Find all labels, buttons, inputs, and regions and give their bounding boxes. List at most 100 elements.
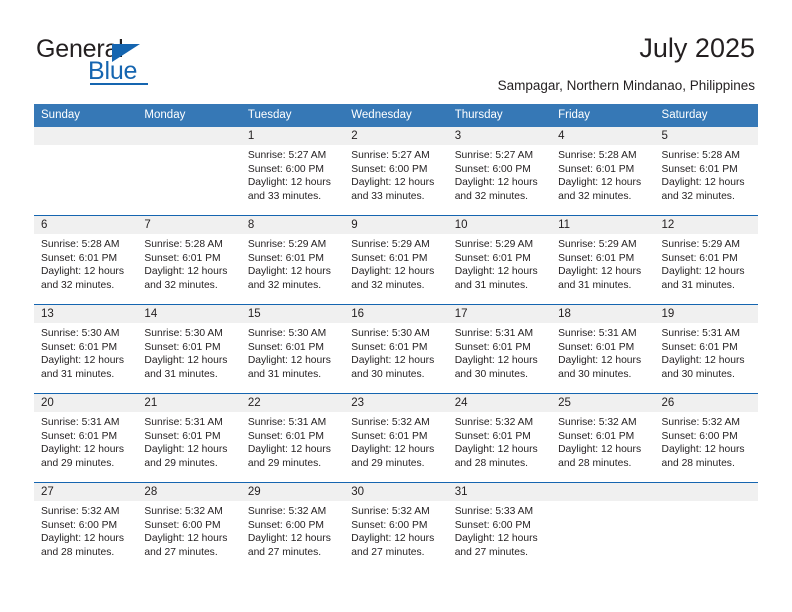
sunrise-text: Sunrise: 5:27 AM xyxy=(454,150,534,161)
sunrise-text: Sunrise: 5:32 AM xyxy=(247,506,327,517)
daylight-text: and 30 minutes. xyxy=(351,368,425,380)
day-cell-details: Sunrise: 5:27 AM Sunset: 6:00 PM Daylight:… xyxy=(344,145,447,203)
calendar-grid-container: Sunday Monday Tuesday Wednesday Thursday… xyxy=(34,104,758,571)
day-number: 8 xyxy=(240,216,345,234)
daylight-text: and 28 minutes. xyxy=(661,457,735,469)
calendar-day-cell[interactable]: 27 Sunrise: 5:32 AM Sunset: 6:00 PM Dayligh… xyxy=(34,482,138,571)
sunset-text: Sunset: 6:00 PM xyxy=(41,519,118,531)
sunset-text: Sunset: 6:00 PM xyxy=(661,430,738,442)
day-cell-inner xyxy=(34,127,138,215)
day-number: 22 xyxy=(240,394,345,412)
calendar-day-cell[interactable]: 12 Sunrise: 5:29 AM Sunset: 6:01 PM Dayligh… xyxy=(654,215,758,305)
page-title: July 2025 xyxy=(639,33,755,63)
calendar-day-cell[interactable]: 16 Sunrise: 5:30 AM Sunset: 6:01 PM Dayligh… xyxy=(344,304,448,394)
calendar-day-cell[interactable]: 18 Sunrise: 5:31 AM Sunset: 6:01 PM Dayligh… xyxy=(551,304,655,394)
daylight-text: Daylight: 12 hours xyxy=(144,355,228,367)
day-number xyxy=(137,127,241,145)
day-number: 14 xyxy=(137,305,241,323)
day-cell-inner: 26 Sunrise: 5:32 AM Sunset: 6:00 PM Dayligh… xyxy=(654,394,758,482)
day-cell-inner: 20 Sunrise: 5:31 AM Sunset: 6:01 PM Dayligh… xyxy=(34,394,138,482)
calendar-day-cell[interactable]: 2 Sunrise: 5:27 AM Sunset: 6:00 PM Daylight… xyxy=(344,127,448,216)
sunset-text: Sunset: 6:01 PM xyxy=(661,163,738,175)
sunset-text: Sunset: 6:01 PM xyxy=(454,341,531,353)
calendar-day-cell[interactable]: 30 Sunrise: 5:32 AM Sunset: 6:00 PM Dayligh… xyxy=(344,482,448,571)
sunrise-text: Sunrise: 5:29 AM xyxy=(558,239,637,250)
calendar-day-cell[interactable]: 28 Sunrise: 5:32 AM Sunset: 6:00 PM Dayligh… xyxy=(137,482,241,571)
day-number: 11 xyxy=(551,216,655,234)
daylight-text: Daylight: 12 hours xyxy=(351,533,435,545)
daylight-text: Daylight: 12 hours xyxy=(558,177,642,189)
day-cell-inner: 6 Sunrise: 5:28 AM Sunset: 6:01 PM Daylight… xyxy=(34,216,138,304)
calendar-day-cell[interactable]: 29 Sunrise: 5:32 AM Sunset: 6:00 PM Dayligh… xyxy=(240,482,345,571)
day-number: 2 xyxy=(344,127,448,145)
day-cell-inner: 17 Sunrise: 5:31 AM Sunset: 6:01 PM Dayligh… xyxy=(447,305,552,393)
calendar-day-cell[interactable]: 7 Sunrise: 5:28 AM Sunset: 6:01 PM Daylight… xyxy=(137,215,241,305)
daylight-text: and 29 minutes. xyxy=(144,457,218,469)
daylight-text: and 32 minutes. xyxy=(351,279,425,291)
daylight-text: and 31 minutes. xyxy=(41,368,115,380)
sunset-text: Sunset: 6:00 PM xyxy=(247,519,324,531)
sunset-text: Sunset: 6:00 PM xyxy=(454,163,531,175)
calendar-week-row: 1 Sunrise: 5:27 AM Sunset: 6:00 PM Daylight… xyxy=(34,127,758,216)
sunset-text: Sunset: 6:00 PM xyxy=(351,163,428,175)
daylight-text: Daylight: 12 hours xyxy=(454,355,538,367)
calendar-day-cell[interactable]: 20 Sunrise: 5:31 AM Sunset: 6:01 PM Dayligh… xyxy=(34,393,138,483)
sunset-text: Sunset: 6:01 PM xyxy=(558,341,635,353)
day-cell-inner: 19 Sunrise: 5:31 AM Sunset: 6:01 PM Dayligh… xyxy=(654,305,758,393)
sunrise-text: Sunrise: 5:30 AM xyxy=(41,328,120,339)
sunrise-text: Sunrise: 5:28 AM xyxy=(558,150,637,161)
sunset-text: Sunset: 6:01 PM xyxy=(351,430,428,442)
day-cell-inner: 13 Sunrise: 5:30 AM Sunset: 6:01 PM Dayligh… xyxy=(34,305,138,393)
calendar-day-cell[interactable]: 8 Sunrise: 5:29 AM Sunset: 6:01 PM Daylight… xyxy=(240,215,345,305)
day-cell-inner: 15 Sunrise: 5:30 AM Sunset: 6:01 PM Dayligh… xyxy=(240,305,345,393)
day-cell-inner: 2 Sunrise: 5:27 AM Sunset: 6:00 PM Daylight… xyxy=(344,127,448,215)
calendar-table: Sunday Monday Tuesday Wednesday Thursday… xyxy=(34,104,758,571)
day-number: 27 xyxy=(34,483,138,501)
daylight-text: Daylight: 12 hours xyxy=(41,444,124,456)
day-cell-details: Sunrise: 5:29 AM Sunset: 6:01 PM Daylight:… xyxy=(241,234,344,292)
calendar-day-cell[interactable]: 31 Sunrise: 5:33 AM Sunset: 6:00 PM Dayligh… xyxy=(447,482,552,571)
sunset-text: Sunset: 6:01 PM xyxy=(41,430,118,442)
calendar-day-cell[interactable]: 15 Sunrise: 5:30 AM Sunset: 6:01 PM Dayligh… xyxy=(240,304,345,394)
calendar-day-cell[interactable]: 9 Sunrise: 5:29 AM Sunset: 6:01 PM Daylight… xyxy=(344,215,448,305)
sunrise-text: Sunrise: 5:30 AM xyxy=(351,328,430,339)
calendar-day-cell[interactable]: 5 Sunrise: 5:28 AM Sunset: 6:01 PM Daylight… xyxy=(654,127,758,216)
calendar-day-cell[interactable]: 21 Sunrise: 5:31 AM Sunset: 6:01 PM Dayligh… xyxy=(137,393,241,483)
calendar-page: General Blue July 2025 Sampagar, Norther… xyxy=(0,0,792,612)
calendar-day-cell[interactable]: 19 Sunrise: 5:31 AM Sunset: 6:01 PM Dayligh… xyxy=(654,304,758,394)
calendar-day-cell[interactable]: 25 Sunrise: 5:32 AM Sunset: 6:01 PM Dayligh… xyxy=(551,393,655,483)
sunrise-text: Sunrise: 5:31 AM xyxy=(661,328,740,339)
calendar-day-cell[interactable]: 6 Sunrise: 5:28 AM Sunset: 6:01 PM Daylight… xyxy=(34,215,138,305)
calendar-day-cell[interactable]: 17 Sunrise: 5:31 AM Sunset: 6:01 PM Dayligh… xyxy=(447,304,552,394)
day-cell-inner: 27 Sunrise: 5:32 AM Sunset: 6:00 PM Dayligh… xyxy=(34,483,138,571)
daylight-text: and 31 minutes. xyxy=(558,279,632,291)
weekday-header-saturday: Saturday xyxy=(654,104,758,127)
day-cell-inner: 14 Sunrise: 5:30 AM Sunset: 6:01 PM Dayligh… xyxy=(137,305,241,393)
daylight-text: and 27 minutes. xyxy=(144,546,218,558)
day-cell-inner: 25 Sunrise: 5:32 AM Sunset: 6:01 PM Dayligh… xyxy=(551,394,655,482)
calendar-day-cell[interactable]: 22 Sunrise: 5:31 AM Sunset: 6:01 PM Dayligh… xyxy=(240,393,345,483)
day-number: 28 xyxy=(137,483,241,501)
calendar-day-cell[interactable]: 26 Sunrise: 5:32 AM Sunset: 6:00 PM Dayligh… xyxy=(654,393,758,483)
calendar-day-cell[interactable]: 4 Sunrise: 5:28 AM Sunset: 6:01 PM Daylight… xyxy=(551,127,655,216)
day-number: 1 xyxy=(240,127,345,145)
calendar-day-cell[interactable]: 24 Sunrise: 5:32 AM Sunset: 6:01 PM Dayligh… xyxy=(447,393,552,483)
calendar-day-cell[interactable]: 11 Sunrise: 5:29 AM Sunset: 6:01 PM Dayligh… xyxy=(551,215,655,305)
calendar-week-row: 27 Sunrise: 5:32 AM Sunset: 6:00 PM Dayligh… xyxy=(34,482,758,571)
calendar-day-cell[interactable]: 14 Sunrise: 5:30 AM Sunset: 6:01 PM Dayligh… xyxy=(137,304,241,394)
calendar-day-cell[interactable]: 10 Sunrise: 5:29 AM Sunset: 6:01 PM Dayligh… xyxy=(447,215,552,305)
day-cell-details: Sunrise: 5:30 AM Sunset: 6:01 PM Daylight:… xyxy=(241,323,344,381)
daylight-text: Daylight: 12 hours xyxy=(454,177,538,189)
calendar-day-cell[interactable]: 23 Sunrise: 5:32 AM Sunset: 6:01 PM Dayligh… xyxy=(344,393,448,483)
calendar-day-cell[interactable]: 13 Sunrise: 5:30 AM Sunset: 6:01 PM Dayligh… xyxy=(34,304,138,394)
day-cell-inner: 18 Sunrise: 5:31 AM Sunset: 6:01 PM Dayligh… xyxy=(551,305,655,393)
calendar-day-cell[interactable]: 1 Sunrise: 5:27 AM Sunset: 6:00 PM Daylight… xyxy=(240,127,345,216)
daylight-text: and 28 minutes. xyxy=(558,457,632,469)
sunset-text: Sunset: 6:01 PM xyxy=(351,341,428,353)
daylight-text: and 30 minutes. xyxy=(558,368,632,380)
sunrise-text: Sunrise: 5:27 AM xyxy=(247,150,327,161)
calendar-day-cell[interactable]: 3 Sunrise: 5:27 AM Sunset: 6:00 PM Daylight… xyxy=(447,127,552,216)
sunrise-text: Sunrise: 5:32 AM xyxy=(351,506,430,517)
day-cell-details: Sunrise: 5:32 AM Sunset: 6:01 PM Daylight:… xyxy=(448,412,551,470)
day-cell-details: Sunrise: 5:28 AM Sunset: 6:01 PM Daylight:… xyxy=(34,234,137,292)
